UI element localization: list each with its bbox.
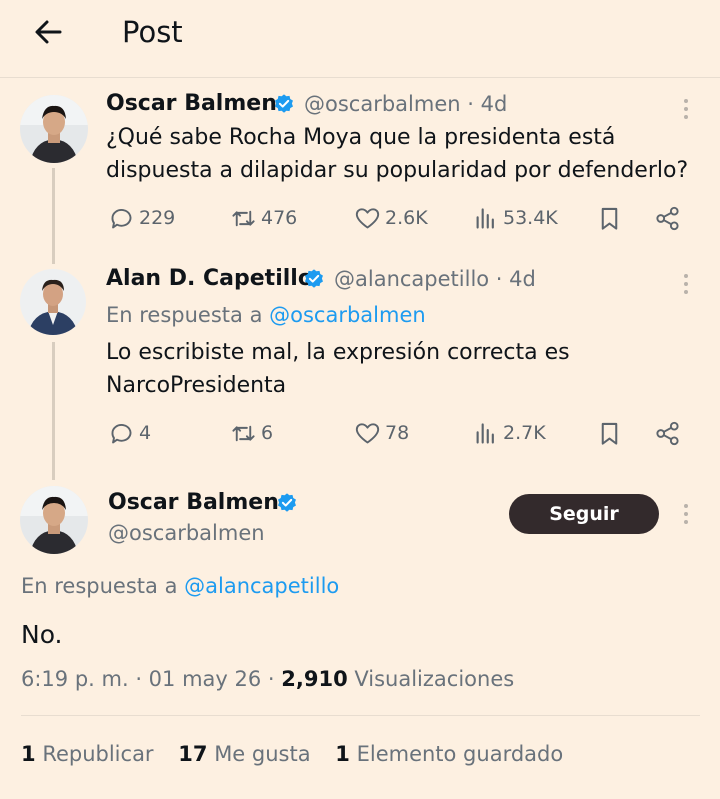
post-text: Lo escribiste mal, la expresión correcta…: [106, 340, 570, 398]
avatar[interactable]: [20, 95, 88, 163]
share-icon: [656, 206, 679, 230]
author-name[interactable]: Oscar Balmen: [108, 489, 279, 517]
thread-line: [52, 168, 55, 264]
reply-prefix: En respuesta a: [21, 574, 178, 598]
author-handle[interactable]: @oscarbalmen · 4d: [304, 90, 507, 118]
share-button[interactable]: [654, 418, 681, 448]
page-title: Post: [122, 15, 183, 49]
back-button[interactable]: [30, 14, 66, 50]
reply-mention-link[interactable]: @alancapetillo: [184, 574, 339, 598]
repost-icon: [232, 210, 255, 226]
like-count: 78: [385, 422, 410, 444]
heart-icon: [355, 207, 380, 228]
reply-prefix: En respuesta a: [106, 303, 263, 327]
reply-button[interactable]: 4: [108, 418, 151, 448]
engagement-stats: 1 Republicar 17 Me gusta 1 Elemento guar…: [21, 740, 581, 768]
reply-count: 229: [139, 207, 176, 229]
author-name[interactable]: Oscar Balmen: [106, 90, 277, 118]
more-options-button[interactable]: [682, 502, 690, 526]
bookmark-button[interactable]: [596, 418, 623, 448]
reply-button[interactable]: 229: [108, 203, 175, 233]
verified-badge-icon: [275, 94, 293, 113]
verified-badge-icon: [305, 269, 323, 288]
analytics-icon: [476, 207, 494, 229]
likes-stat[interactable]: 17 Me gusta: [178, 742, 310, 766]
view-count: 53.4K: [503, 207, 558, 229]
repost-count: 476: [261, 207, 298, 229]
author-handle[interactable]: @alancapetillo · 4d: [334, 265, 536, 293]
header: Post: [0, 0, 720, 78]
reply-count: 4: [139, 422, 152, 444]
views-button[interactable]: 2.7K: [472, 418, 546, 448]
more-options-button[interactable]: [682, 97, 690, 121]
reply-context: En respuesta a @alancapetillo: [21, 572, 339, 600]
like-count: 2.6K: [385, 207, 428, 229]
post-text: No.: [21, 620, 63, 649]
reply-context: En respuesta a @oscarbalmen: [106, 301, 426, 329]
bookmarks-stat[interactable]: 1 Elemento guardado: [335, 742, 563, 766]
bookmark-icon: [601, 422, 618, 445]
avatar[interactable]: [20, 269, 86, 335]
repost-button[interactable]: 476: [230, 203, 297, 233]
post-text: ¿Qué sabe Rocha Moya que la presidenta e…: [106, 125, 689, 183]
reply-icon: [111, 208, 132, 228]
author-name[interactable]: Alan D. Capetillo: [106, 265, 313, 293]
like-button[interactable]: 2.6K: [354, 203, 428, 233]
repost-button[interactable]: 6: [230, 418, 273, 448]
views-label: Visualizaciones: [347, 667, 515, 691]
more-options-button[interactable]: [682, 272, 690, 296]
bookmark-button[interactable]: [596, 203, 623, 233]
verified-badge-icon: [278, 493, 296, 512]
repost-icon: [232, 425, 255, 441]
views-button[interactable]: 53.4K: [472, 203, 558, 233]
bookmark-icon: [601, 207, 618, 230]
heart-icon: [355, 422, 380, 443]
arrow-left-icon: [35, 20, 62, 44]
post-metadata: 6:19 p. m. · 01 may 26 · 2,910 Visualiza…: [21, 665, 514, 693]
like-button[interactable]: 78: [354, 418, 409, 448]
share-icon: [656, 421, 679, 445]
author-handle[interactable]: @oscarbalmen: [108, 519, 265, 547]
reply-icon: [111, 423, 132, 443]
follow-button[interactable]: Seguir: [509, 494, 659, 534]
repost-count: 6: [261, 422, 274, 444]
reply-mention-link[interactable]: @oscarbalmen: [269, 303, 426, 327]
analytics-icon: [476, 422, 494, 444]
post-timestamp[interactable]: 6:19 p. m. · 01 may 26 ·: [21, 667, 281, 691]
view-count: 2.7K: [503, 422, 546, 444]
share-button[interactable]: [654, 203, 681, 233]
avatar[interactable]: [20, 486, 88, 554]
thread-line: [52, 342, 55, 480]
divider: [21, 715, 700, 716]
views-count: 2,910: [281, 667, 348, 691]
reposts-stat[interactable]: 1 Republicar: [21, 742, 154, 766]
